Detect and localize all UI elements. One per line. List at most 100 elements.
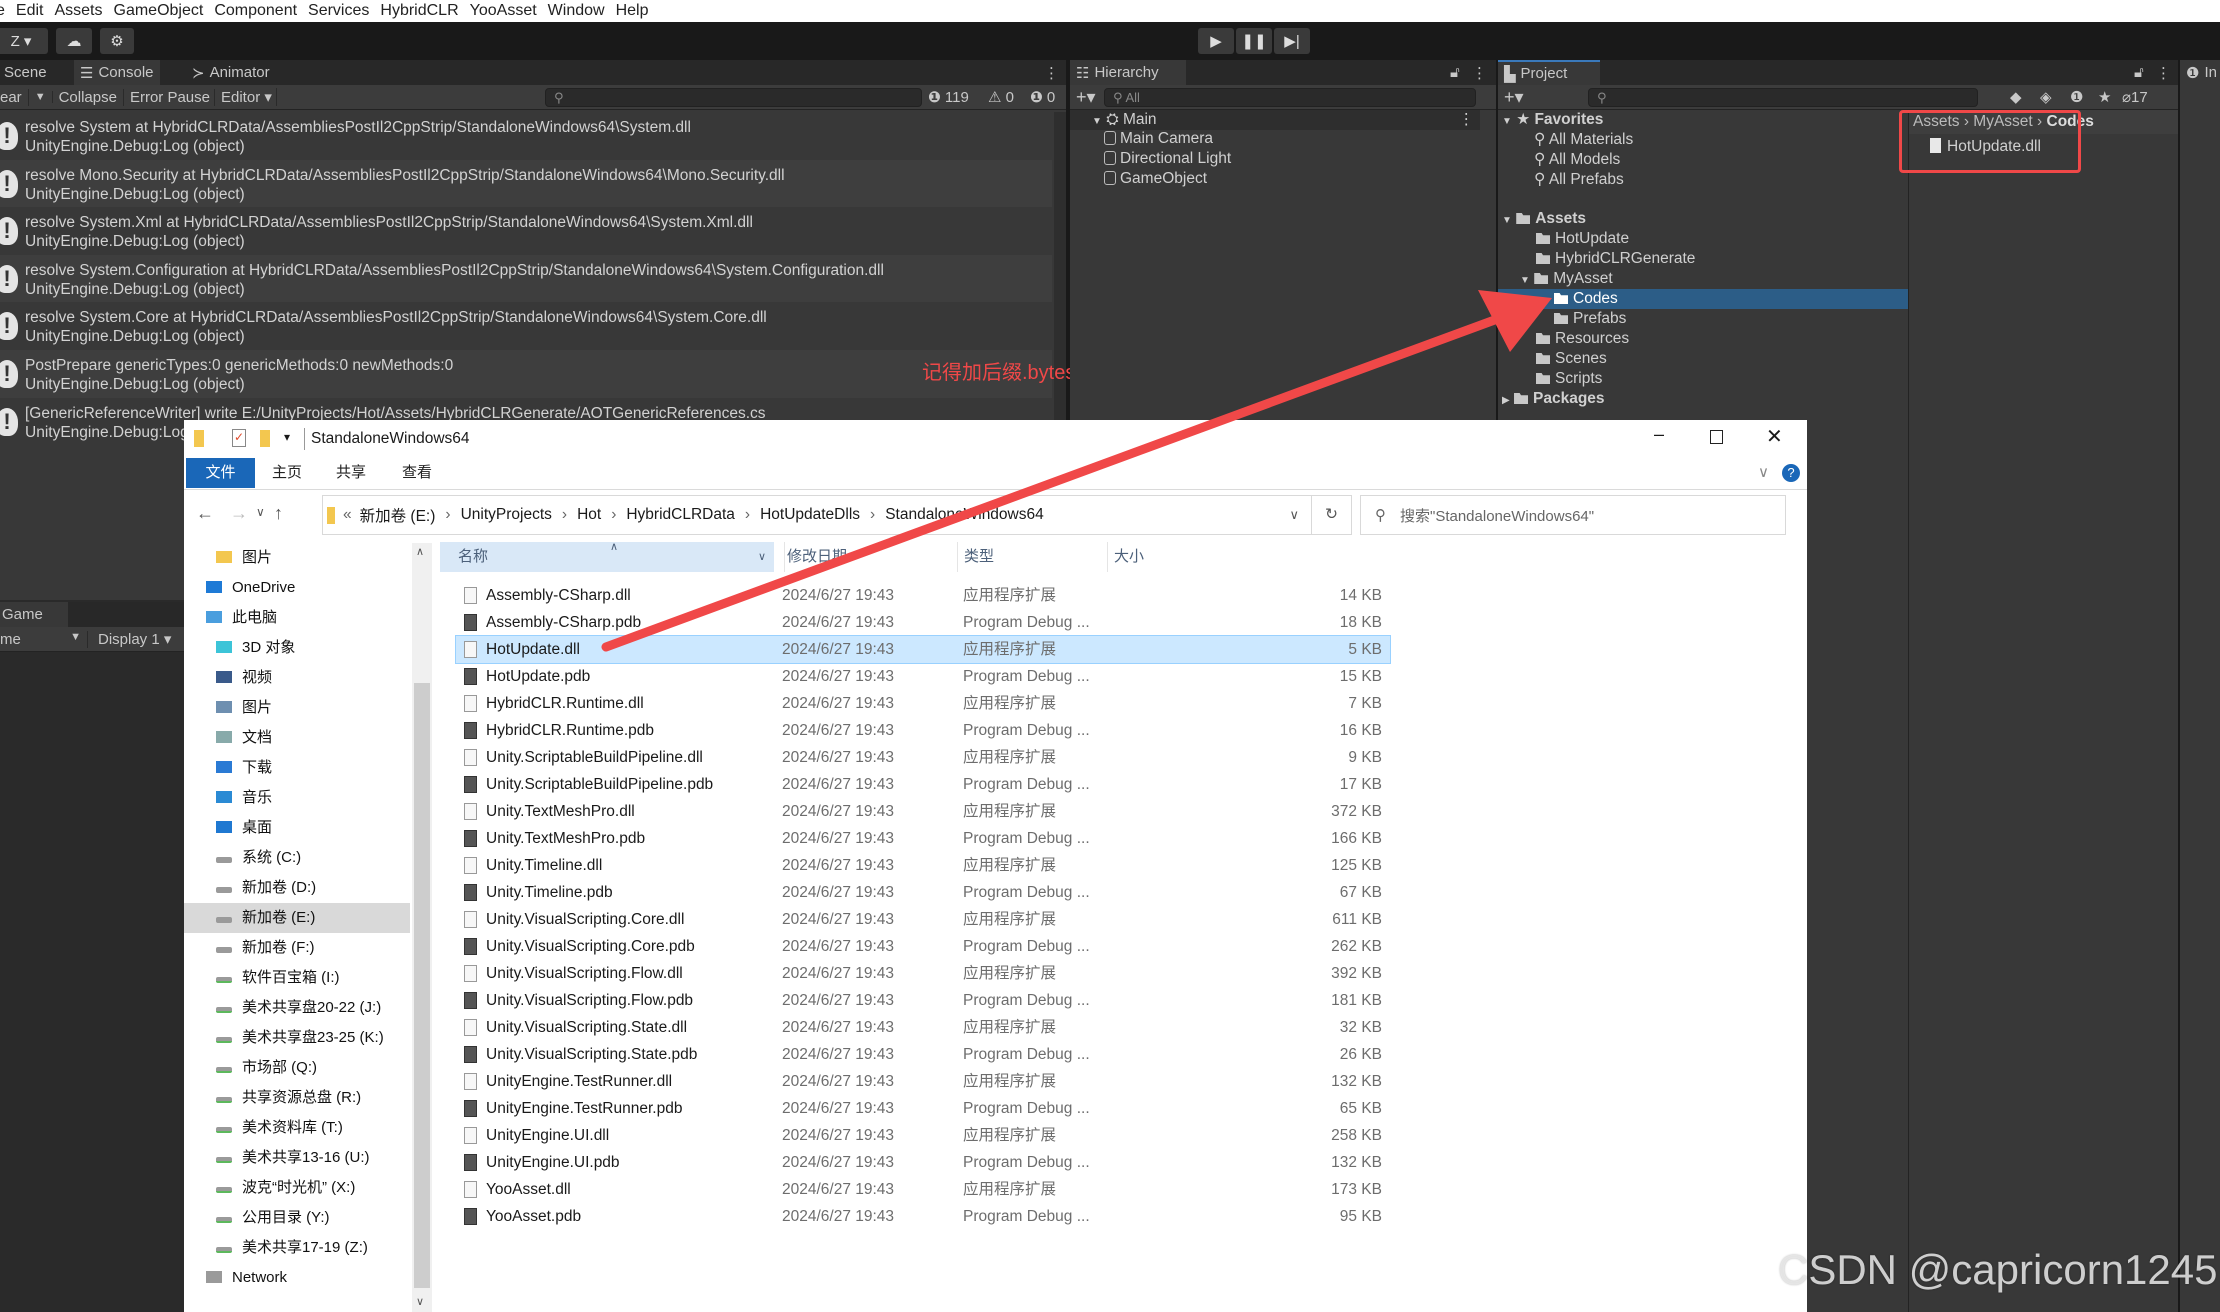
help-icon[interactable]: ? [1782, 464, 1800, 482]
hierarchy-search-input[interactable]: ⚲ All [1104, 88, 1476, 107]
nav-item[interactable]: 文档 [184, 723, 410, 753]
ribbon-tab-share[interactable]: 共享 [336, 458, 366, 488]
favorite-star-icon[interactable]: ★ [2098, 88, 2111, 106]
tree-item[interactable]: ⚲ All Models [1534, 150, 1620, 170]
tree-assets[interactable]: ▼ Assets [1502, 209, 1586, 229]
nav-item[interactable]: 音乐 [184, 783, 410, 813]
menu-services[interactable]: Services [308, 2, 369, 20]
menu-yooasset[interactable]: YooAsset [470, 2, 537, 20]
tab-console[interactable]: ☰ Console [74, 60, 160, 85]
lock-icon[interactable]: 🔓︎ [1444, 60, 1466, 85]
more-menu-icon[interactable]: ⋮ [2150, 60, 2177, 85]
back-button[interactable]: ← [196, 503, 214, 524]
hidden-packages-toggle[interactable]: ⌀17 [2122, 88, 2148, 106]
menu-hybridclr[interactable]: HybridCLR [380, 2, 458, 20]
nav-item[interactable]: 美术共享盘20-22 (J:) [184, 993, 410, 1023]
nav-item[interactable]: 美术共享17-19 (Z:) [184, 1233, 410, 1263]
pane-divider[interactable] [1908, 110, 1909, 1312]
file-row[interactable]: Unity.VisualScripting.Core.dll 2024/6/27… [456, 906, 1390, 933]
column-header-name[interactable]: 名称 [458, 542, 488, 572]
nav-item[interactable]: 图片 [184, 693, 410, 723]
menu-assets[interactable]: Assets [54, 2, 102, 20]
new-folder-icon[interactable] [260, 430, 270, 447]
menu-help[interactable]: Help [616, 2, 649, 20]
tree-item-selected[interactable]: Codes [1498, 289, 1908, 309]
file-row[interactable]: YooAsset.dll 2024/6/27 19:43 应用程序扩展 173 … [456, 1176, 1390, 1203]
lock-icon[interactable]: 🔓︎ [2128, 60, 2150, 85]
file-row[interactable]: HotUpdate.dll 2024/6/27 19:43 应用程序扩展 5 K… [455, 635, 1391, 664]
warning-count-toggle[interactable]: ⚠ 0 [988, 88, 1014, 106]
file-row[interactable]: Unity.TextMeshPro.pdb 2024/6/27 19:43 Pr… [456, 825, 1390, 852]
tab-project[interactable]: ▙ Project [1498, 60, 1600, 85]
tree-item[interactable]: ⚲ All Prefabs [1534, 170, 1624, 190]
address-bar[interactable]: « 新加卷 (E:) › UnityProjects › Hot › HybridCL… [322, 495, 1352, 535]
error-pause-button[interactable]: Error Pause [124, 88, 215, 106]
menu-edit[interactable]: Edit [16, 2, 44, 20]
file-row[interactable]: Assembly-CSharp.pdb 2024/6/27 19:43 Prog… [456, 609, 1390, 636]
file-row[interactable]: Unity.VisualScripting.State.pdb 2024/6/2… [456, 1041, 1390, 1068]
file-row[interactable]: Unity.VisualScripting.State.dll 2024/6/2… [456, 1014, 1390, 1041]
nav-item[interactable]: 新加卷 (E:) [184, 903, 410, 933]
nav-item[interactable]: 共享资源总盘 (R:) [184, 1083, 410, 1113]
tab-hierarchy[interactable]: ☷ Hierarchy [1070, 60, 1186, 85]
console-log-row[interactable]: ! resolve System.Core at HybridCLRData/A… [0, 302, 1052, 350]
collab-button[interactable]: ⚙ [100, 28, 134, 54]
file-row[interactable]: Unity.VisualScripting.Flow.pdb 2024/6/27… [456, 987, 1390, 1014]
tree-favorites[interactable]: ▼ ★ Favorites [1502, 110, 1603, 130]
error-count-toggle[interactable]: ❶ 0 [1030, 88, 1055, 106]
console-log-row[interactable]: ! resolve System.Configuration at Hybrid… [0, 254, 1052, 303]
cloud-button[interactable]: ☁ [56, 28, 92, 54]
nav-item[interactable]: 此电脑 [184, 603, 410, 633]
menu-file[interactable]: e [0, 2, 5, 20]
nav-item[interactable]: 公用目录 (Y:) [184, 1203, 410, 1233]
file-row[interactable]: Unity.ScriptableBuildPipeline.pdb 2024/6… [456, 771, 1390, 798]
nav-item[interactable]: 新加卷 (D:) [184, 873, 410, 903]
file-row[interactable]: Unity.TextMeshPro.dll 2024/6/27 19:43 应用… [456, 798, 1390, 825]
account-dropdown[interactable]: Z ▾ [0, 28, 48, 54]
more-menu-icon[interactable]: ⋮ [1466, 60, 1493, 85]
nav-item[interactable]: 软件百宝箱 (I:) [184, 963, 410, 993]
tree-packages[interactable]: ▶ Packages [1502, 389, 1605, 409]
nav-item[interactable]: 桌面 [184, 813, 410, 843]
maximize-button[interactable] [1710, 430, 1723, 444]
clear-dropdown-icon[interactable]: ▼ [29, 91, 53, 103]
menu-component[interactable]: Component [214, 2, 297, 20]
nav-item[interactable]: 图片 [184, 543, 410, 573]
nav-item[interactable]: 系统 (C:) [184, 843, 410, 873]
filter-type-icon[interactable]: ◆ [2010, 88, 2022, 106]
column-header-type[interactable]: 类型 [957, 542, 994, 572]
tree-item[interactable]: ⚲ All Materials [1534, 130, 1633, 150]
collapse-button[interactable]: Collapse [53, 88, 124, 106]
path-segment[interactable]: 新加卷 (E:) [360, 504, 436, 526]
editor-dropdown[interactable]: Editor ▾ [215, 88, 277, 106]
nav-scrollbar[interactable]: ∧ ∨ [412, 543, 432, 1312]
hierarchy-item[interactable]: GameObject [1104, 169, 1207, 189]
tree-item[interactable]: Scripts [1536, 369, 1602, 389]
file-row[interactable]: HybridCLR.Runtime.dll 2024/6/27 19:43 应用… [456, 690, 1390, 717]
nav-item[interactable]: 下载 [184, 753, 410, 783]
clear-button[interactable]: ear [0, 88, 29, 106]
file-row[interactable]: Unity.VisualScripting.Flow.dll 2024/6/27… [456, 960, 1390, 987]
scene-row-main[interactable]: ▼ ⛭ Main ⋮ [1070, 110, 1480, 130]
close-button[interactable]: ✕ [1766, 424, 1783, 449]
nav-item[interactable]: 视频 [184, 663, 410, 693]
column-header-size[interactable]: 大小 [1107, 542, 1144, 572]
nav-item[interactable]: 3D 对象 [184, 633, 410, 663]
log-icon[interactable]: ❶ [2070, 88, 2083, 106]
ribbon-tab-home[interactable]: 主页 [272, 458, 302, 488]
nav-item[interactable]: 波克“时光机” (X:) [184, 1173, 410, 1203]
menu-gameobject[interactable]: GameObject [114, 2, 204, 20]
path-segment[interactable]: StandaloneWindows64 [885, 506, 1044, 524]
ribbon-tab-file[interactable]: 文件 [186, 458, 255, 488]
nav-item[interactable]: 美术共享13-16 (U:) [184, 1143, 410, 1173]
more-menu-icon[interactable]: ⋮ [1459, 110, 1475, 130]
console-log-row[interactable]: ! PostPrepare genericTypes:0 genericMeth… [0, 350, 1052, 398]
tree-item[interactable]: ▼ MyAsset [1520, 269, 1613, 289]
nav-item[interactable]: OneDrive [184, 573, 410, 603]
tab-scene[interactable]: Scene [0, 60, 53, 85]
expand-ribbon-icon[interactable]: ∨ [1758, 458, 1769, 488]
file-row[interactable]: UnityEngine.TestRunner.dll 2024/6/27 19:… [456, 1068, 1390, 1095]
nav-item[interactable]: 新加卷 (F:) [184, 933, 410, 963]
nav-item[interactable]: Network [184, 1263, 410, 1293]
hierarchy-item[interactable]: Directional Light [1104, 149, 1231, 169]
